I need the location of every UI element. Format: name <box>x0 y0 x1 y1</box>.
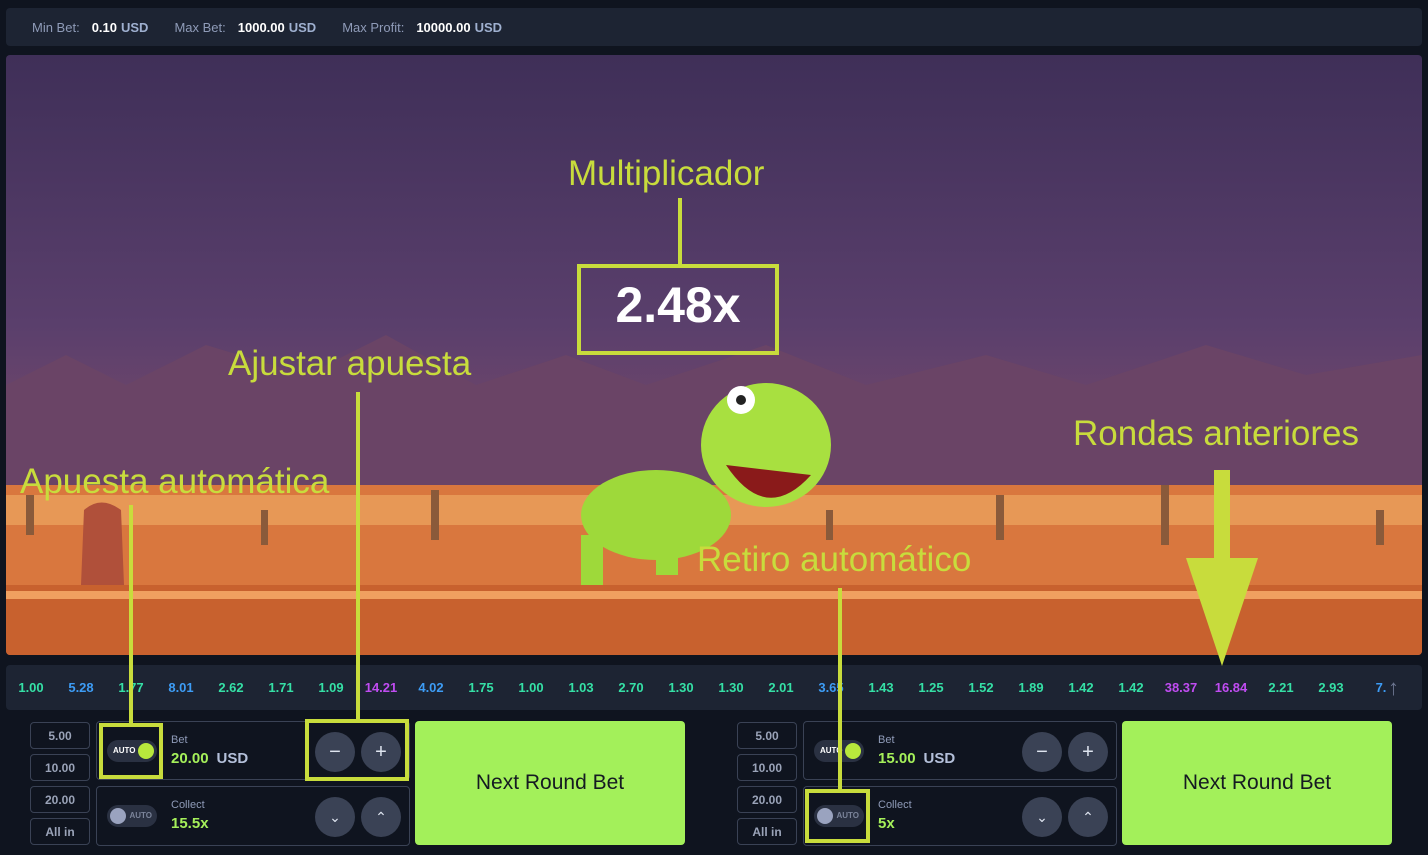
history-multiplier: 5.28 <box>68 680 94 695</box>
min-bet-value: 0.10 <box>91 19 117 35</box>
history-multiplier: 1.00 <box>518 680 544 695</box>
bet-amount-input[interactable]: 15.00 USD <box>878 750 955 767</box>
history-multiplier: 1.52 <box>968 680 994 695</box>
max-bet-label: Max Bet: <box>174 19 226 35</box>
history-multiplier: 38.37 <box>1164 680 1198 695</box>
history-multiplier: 2.21 <box>1268 680 1294 695</box>
max-bet-unit: USD <box>288 19 317 35</box>
bet-amount-panel: AUTO Bet 15.00 USD − + <box>803 721 1117 780</box>
bet-unit: USD <box>923 750 956 767</box>
history-multiplier: 7. <box>1375 680 1387 695</box>
history-multiplier: 1.43 <box>868 680 894 695</box>
history-multiplier: 16.84 <box>1214 680 1248 695</box>
next-round-bet-button[interactable]: Next Round Bet <box>1122 721 1392 845</box>
preset-button[interactable]: 5.00 <box>30 722 90 749</box>
history-multiplier: 1.09 <box>318 680 344 695</box>
history-multiplier: 2.70 <box>618 680 644 695</box>
bet-value[interactable]: 15.00 <box>878 750 916 767</box>
history-multiplier: 1.71 <box>268 680 294 695</box>
collect-label: Collect <box>878 799 912 811</box>
auto-cashout-highlight <box>805 789 870 843</box>
auto-label: AUTO <box>129 811 152 820</box>
adjust-bet-highlight <box>305 719 409 781</box>
annotation-previous-rounds: Rondas anteriores <box>1073 414 1359 453</box>
preset-button[interactable]: All in <box>30 818 90 845</box>
annotation-line <box>678 198 682 266</box>
history-multiplier: 1.00 <box>18 680 44 695</box>
annotation-line <box>838 588 842 791</box>
history-multiplier: 1.75 <box>468 680 494 695</box>
history-multiplier: 1.42 <box>1068 680 1094 695</box>
arrow-up-icon[interactable]: ↑ <box>1388 675 1399 701</box>
bet-label: Bet <box>878 734 895 746</box>
bet-amount-input[interactable]: 20.00 USD <box>171 750 248 767</box>
history-multiplier: 4.02 <box>418 680 444 695</box>
history-multiplier: 1.03 <box>568 680 594 695</box>
max-profit-value: 10000.00 <box>416 19 471 35</box>
toggle-knob <box>845 743 861 759</box>
preset-button[interactable]: 10.00 <box>737 754 797 781</box>
annotation-adjust-bet: Ajustar apuesta <box>228 344 472 383</box>
annotation-line <box>129 505 133 723</box>
max-bet-value: 1000.00 <box>237 19 285 35</box>
annotation-auto-bet: Apuesta automática <box>20 462 330 501</box>
history-multiplier: 1.25 <box>918 680 944 695</box>
chevron-up-icon[interactable]: ⌃ <box>361 797 401 837</box>
chevron-up-icon[interactable]: ⌃ <box>1068 797 1108 837</box>
preset-button[interactable]: 5.00 <box>737 722 797 749</box>
history-multiplier: 1.89 <box>1018 680 1044 695</box>
annotation-multiplier: Multiplicador <box>568 154 765 193</box>
next-round-bet-button[interactable]: Next Round Bet <box>415 721 685 845</box>
preset-button[interactable]: All in <box>737 818 797 845</box>
chevron-down-icon[interactable]: ⌄ <box>1022 797 1062 837</box>
previous-rounds-bar: 1.005.281.778.012.621.711.0914.214.021.7… <box>6 665 1422 710</box>
preset-button[interactable]: 20.00 <box>737 786 797 813</box>
history-multiplier: 14.21 <box>364 680 398 695</box>
history-multiplier: 2.62 <box>218 680 244 695</box>
max-profit-unit: USD <box>474 19 503 35</box>
bet-value[interactable]: 20.00 <box>171 750 209 767</box>
min-bet-unit: USD <box>121 19 149 35</box>
toggle-knob <box>110 808 126 824</box>
history-multiplier: 2.01 <box>768 680 794 695</box>
auto-cashout-toggle[interactable]: AUTO <box>107 805 157 827</box>
history-multiplier: 8.01 <box>168 680 194 695</box>
bet-label: Bet <box>171 734 188 746</box>
collect-label: Collect <box>171 799 205 811</box>
preset-button[interactable]: 10.00 <box>30 754 90 781</box>
chevron-down-icon[interactable]: ⌄ <box>315 797 355 837</box>
max-profit-label: Max Profit: <box>342 19 405 35</box>
annotation-line <box>356 392 360 722</box>
auto-collect-panel: AUTO Collect 15.5x ⌄ ⌃ <box>96 786 410 846</box>
decrease-bet-button[interactable]: − <box>1022 732 1062 772</box>
min-bet-label: Min Bet: <box>32 19 80 35</box>
arrow-shaft <box>1214 470 1230 562</box>
limits-bar: Min Bet: 0.10 USD Max Bet: 1000.00 USD M… <box>6 8 1422 46</box>
annotation-auto-cashout: Retiro automático <box>697 540 972 579</box>
rock-pillar <box>81 502 124 585</box>
collect-multiplier-input[interactable]: 15.5x <box>171 815 209 832</box>
collect-multiplier-input[interactable]: 5x <box>878 815 895 832</box>
arrow-down-icon <box>1186 558 1258 666</box>
history-multiplier: 1.30 <box>718 680 744 695</box>
bet-unit: USD <box>216 750 249 767</box>
auto-bet-highlight <box>99 723 163 779</box>
multiplier-value: 2.48x <box>615 277 741 333</box>
history-multiplier: 1.42 <box>1118 680 1144 695</box>
preset-button[interactable]: 20.00 <box>30 786 90 813</box>
increase-bet-button[interactable]: + <box>1068 732 1108 772</box>
history-multiplier: 2.93 <box>1318 680 1344 695</box>
history-multiplier: 1.30 <box>668 680 694 695</box>
